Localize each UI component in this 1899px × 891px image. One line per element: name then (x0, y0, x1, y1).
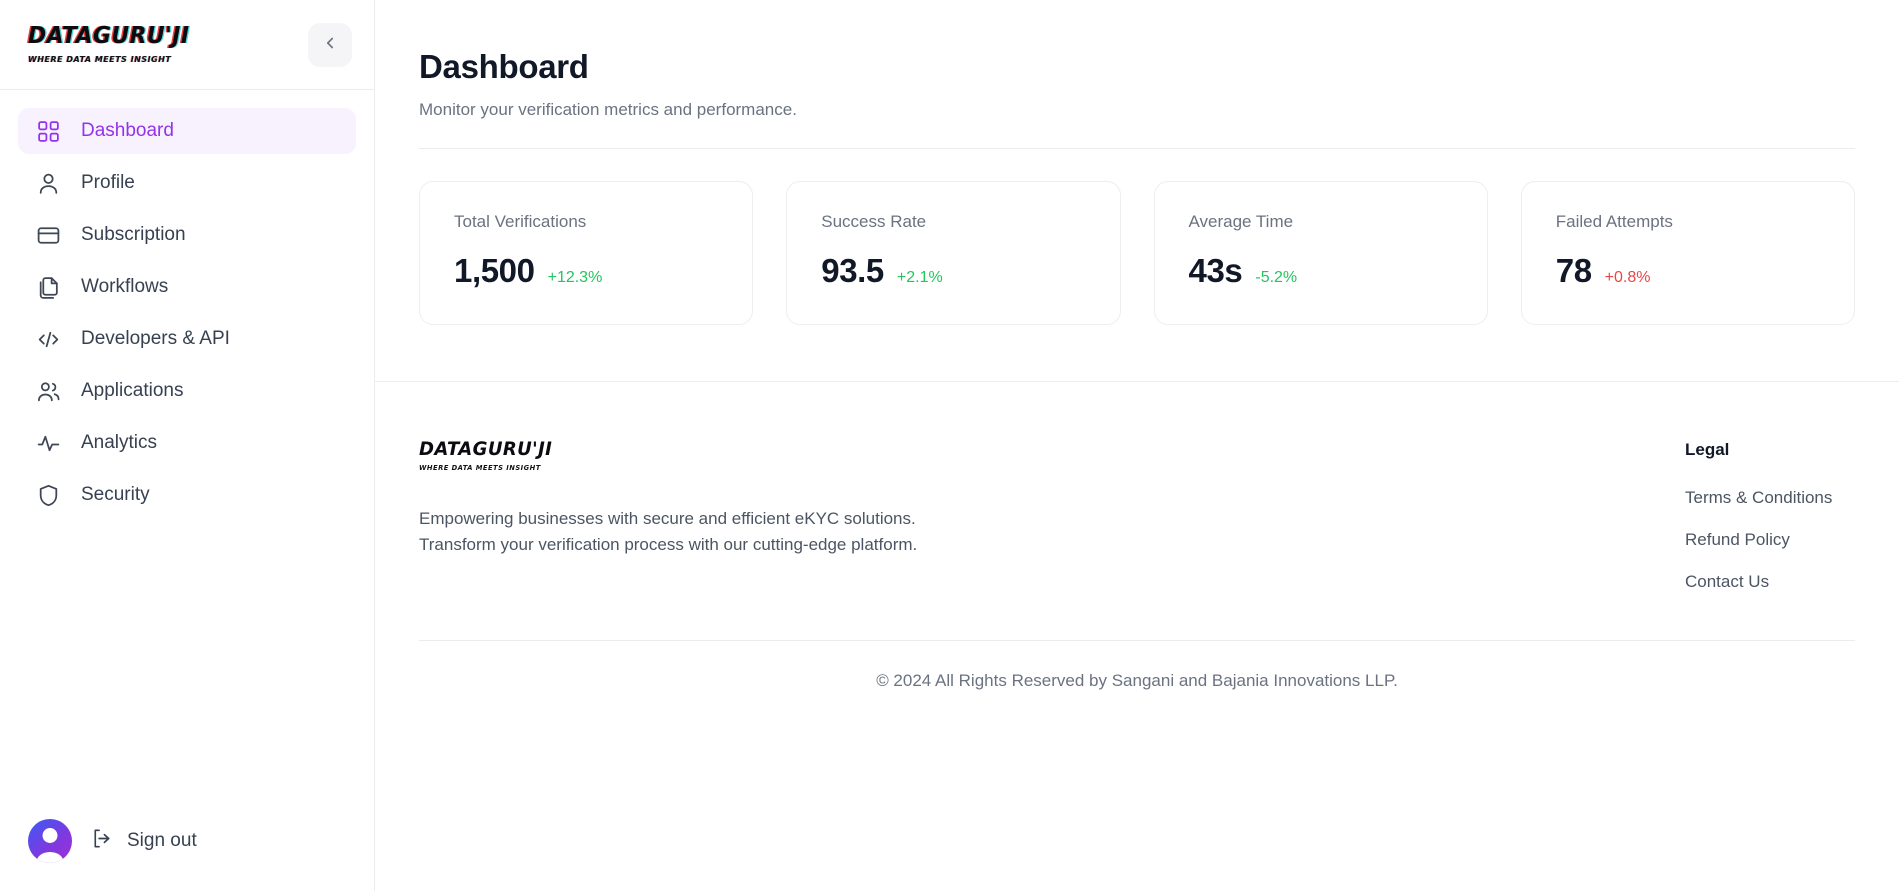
page-subtitle: Monitor your verification metrics and pe… (419, 100, 797, 119)
footer-legal-links: Terms & Conditions Refund Policy Contact… (1685, 488, 1855, 592)
stat-card-value-row: 78 +0.8% (1556, 252, 1820, 290)
sidebar-item-workflows[interactable]: Workflows (18, 264, 356, 310)
stat-cards: Total Verifications 1,500 +12.3% Success… (375, 149, 1899, 325)
app-root: DATAGURU'JI WHERE DATA MEETS INSIGHT Das… (0, 0, 1899, 891)
sidebar-item-label: Profile (81, 172, 135, 193)
footer-logo-tagline: WHERE DATA MEETS INSIGHT (419, 464, 541, 472)
page-title: Dashboard (419, 48, 589, 85)
stat-card-label: Total Verifications (454, 212, 587, 231)
stat-card-delta: +2.1% (896, 269, 943, 286)
footer-brand-block: DATAGURU'JI WHERE DATA MEETS INSIGHT Emp… (419, 440, 917, 559)
main-content: Dashboard Monitor your verification metr… (375, 0, 1899, 891)
user-icon (36, 171, 61, 196)
logout-icon (90, 827, 113, 856)
users-icon (36, 379, 61, 404)
sidebar-collapse-button[interactable] (308, 22, 352, 67)
sidebar: DATAGURU'JI WHERE DATA MEETS INSIGHT Das… (0, 0, 375, 891)
stat-card-average-time: Average Time 43s -5.2% (1153, 181, 1488, 325)
stat-card-value: 78 (1555, 252, 1592, 289)
footer-legal-block: Legal Terms & Conditions Refund Policy C… (1685, 440, 1855, 592)
stat-card-value: 43s (1188, 252, 1243, 289)
activity-icon (36, 431, 61, 456)
sidebar-item-subscription[interactable]: Subscription (18, 212, 356, 258)
copyright-text: © 2024 All Rights Reserved by Sangani an… (876, 671, 1398, 690)
sign-out-button[interactable]: Sign out (90, 827, 197, 856)
sidebar-item-label: Analytics (81, 432, 158, 453)
chevron-left-icon (321, 34, 339, 55)
footer-link-contact-us[interactable]: Contact Us (1685, 572, 1855, 592)
stat-card-success-rate: Success Rate 93.5 +2.1% (786, 181, 1121, 325)
stat-card-label: Success Rate (821, 212, 927, 231)
sidebar-item-analytics[interactable]: Analytics (18, 420, 356, 466)
stat-card-label: Average Time (1188, 212, 1294, 231)
sidebar-header: DATAGURU'JI WHERE DATA MEETS INSIGHT (0, 0, 374, 90)
sidebar-item-security[interactable]: Security (18, 472, 356, 518)
credit-card-icon (36, 223, 61, 248)
stat-card-value-row: 43s -5.2% (1189, 252, 1453, 290)
sidebar-item-applications[interactable]: Applications (18, 368, 356, 414)
brand-logo-wordmark: DATAGURU'JI (28, 23, 190, 49)
stat-card-value-row: 93.5 +2.1% (821, 252, 1085, 290)
footer-logo-wordmark: DATAGURU'JI (419, 438, 553, 460)
footer-link-terms-conditions[interactable]: Terms & Conditions (1685, 488, 1855, 508)
footer-description: Empowering businesses with secure and ef… (419, 506, 917, 559)
code-icon (36, 327, 61, 352)
stat-card-delta: +12.3% (547, 269, 603, 286)
footer-link-refund-policy[interactable]: Refund Policy (1685, 530, 1855, 550)
sidebar-item-dashboard[interactable]: Dashboard (18, 108, 356, 154)
grid-icon (36, 119, 61, 144)
footer-legal-title: Legal (1685, 440, 1730, 459)
copy-files-icon (36, 275, 61, 300)
footer-description-line1: Empowering businesses with secure and ef… (419, 509, 916, 528)
stat-card-delta: +0.8% (1604, 269, 1651, 286)
sign-out-label: Sign out (127, 830, 197, 851)
avatar[interactable] (28, 819, 72, 863)
sidebar-item-developers-api[interactable]: Developers & API (18, 316, 356, 362)
stat-card-total-verifications: Total Verifications 1,500 +12.3% (419, 181, 754, 325)
sidebar-item-label: Workflows (81, 276, 169, 297)
brand-logo-tagline: WHERE DATA MEETS INSIGHT (28, 54, 172, 64)
sidebar-item-label: Security (81, 484, 150, 505)
stat-card-value: 1,500 (454, 252, 535, 289)
sidebar-item-label: Developers & API (81, 328, 230, 349)
page-header: Dashboard Monitor your verification metr… (375, 0, 1899, 120)
sidebar-footer: Sign out (0, 819, 374, 891)
sidebar-nav: Dashboard Profile Subscription Workflows (0, 90, 374, 518)
page-footer: DATAGURU'JI WHERE DATA MEETS INSIGHT Emp… (375, 382, 1899, 592)
stat-card-value-row: 1,500 +12.3% (454, 252, 718, 290)
stat-card-label: Failed Attempts (1555, 212, 1673, 231)
avatar-head (42, 828, 58, 843)
stat-card-failed-attempts: Failed Attempts 78 +0.8% (1520, 181, 1855, 325)
brand-logo[interactable]: DATAGURU'JI WHERE DATA MEETS INSIGHT (28, 23, 198, 65)
footer-logo[interactable]: DATAGURU'JI WHERE DATA MEETS INSIGHT (419, 438, 917, 473)
footer-description-line2: Transform your verification process with… (419, 535, 918, 555)
avatar-body (36, 852, 64, 863)
stat-card-delta: -5.2% (1255, 269, 1298, 286)
shield-icon (36, 483, 61, 508)
stat-card-value: 93.5 (821, 252, 884, 289)
sidebar-item-profile[interactable]: Profile (18, 160, 356, 206)
sidebar-item-label: Applications (81, 380, 184, 401)
sidebar-item-label: Dashboard (81, 120, 174, 141)
sidebar-item-label: Subscription (81, 224, 186, 245)
